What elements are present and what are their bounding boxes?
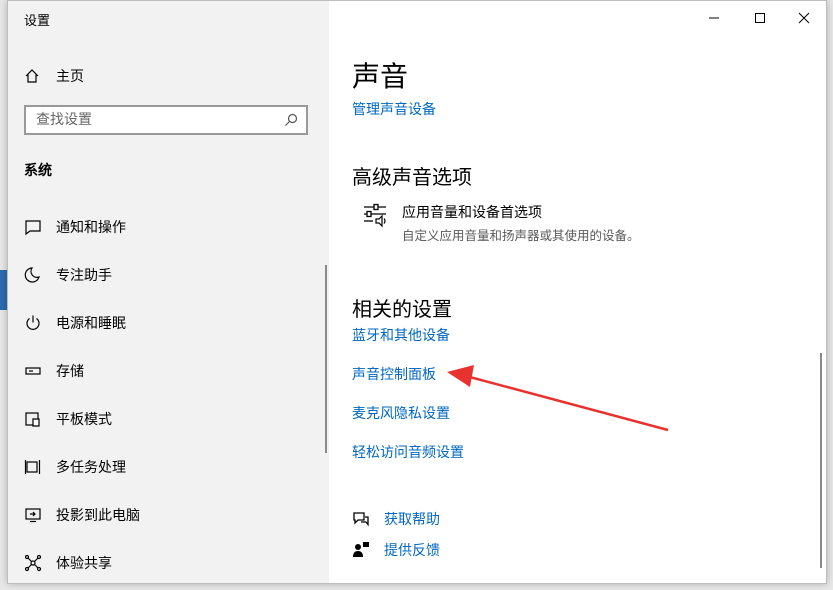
- pref-title: 应用音量和设备首选项: [402, 205, 542, 221]
- settings-window: 设置 主页 系统 通知和操作: [7, 0, 827, 584]
- share-icon: [24, 554, 42, 572]
- app-volume-preferences[interactable]: 应用音量和设备首选项 自定义应用音量和扬声器或其使用的设备。: [362, 202, 640, 244]
- main-scrollbar[interactable]: [820, 353, 822, 568]
- project-icon: [25, 508, 41, 523]
- feedback-row[interactable]: 提供反馈: [352, 540, 440, 560]
- close-icon: [798, 12, 810, 24]
- home-label: 主页: [56, 69, 84, 85]
- home-nav[interactable]: 主页: [24, 64, 84, 88]
- moon-icon: [24, 267, 40, 283]
- help-chat-icon: [353, 512, 369, 527]
- sidebar-item-notifications[interactable]: 通知和操作: [8, 203, 329, 251]
- notification-icon: [25, 220, 41, 236]
- power-icon: [26, 315, 40, 330]
- sidebar-item-tablet-mode[interactable]: 平板模式: [8, 395, 329, 443]
- bluetooth-devices-link[interactable]: 蓝牙和其他设备: [352, 325, 450, 345]
- mixer-icon: [364, 203, 386, 228]
- sound-control-panel-link[interactable]: 声音控制面板: [352, 364, 436, 384]
- sidebar-item-label: 通知和操作: [56, 220, 126, 236]
- sidebar-item-label: 体验共享: [56, 556, 112, 572]
- sidebar-item-multitasking[interactable]: 多任务处理: [8, 443, 329, 491]
- close-button[interactable]: [781, 5, 826, 31]
- search-box[interactable]: [24, 105, 308, 135]
- pref-text: 应用音量和设备首选项 自定义应用音量和扬声器或其使用的设备。: [402, 202, 640, 244]
- sidebar-item-shared-experiences[interactable]: 体验共享: [8, 539, 329, 583]
- home-icon: [25, 69, 39, 83]
- pref-description: 自定义应用音量和扬声器或其使用的设备。: [402, 228, 640, 243]
- sidebar-item-label: 存储: [56, 364, 84, 380]
- tablet-icon: [25, 412, 40, 427]
- main-content: 声音 管理声音设备 高级声音选项 应用音量和设备首选项 自定义应用音量和扬声器或…: [329, 1, 826, 583]
- advanced-heading: 高级声音选项: [352, 165, 472, 189]
- sidebar-item-power[interactable]: 电源和睡眠: [8, 299, 329, 347]
- sidebar-item-label: 平板模式: [56, 412, 112, 428]
- sidebar-item-storage[interactable]: 存储: [8, 347, 329, 395]
- sidebar-item-label: 电源和睡眠: [56, 316, 126, 332]
- multitask-icon: [24, 460, 41, 474]
- sidebar-nav: 通知和操作 专注助手 电源和睡眠 存储 平板模式 多任务处理 投影到此电脑 体验…: [8, 203, 329, 583]
- storage-icon: [25, 367, 41, 375]
- minimize-button[interactable]: [691, 5, 737, 31]
- page-title: 声音: [352, 60, 409, 93]
- sidebar-item-label: 专注助手: [56, 268, 112, 284]
- get-help-row[interactable]: 获取帮助: [352, 509, 440, 529]
- section-label: 系统: [24, 163, 52, 179]
- maximize-button[interactable]: [737, 5, 783, 31]
- sidebar: 设置 主页 系统 通知和操作: [8, 1, 329, 583]
- ease-of-access-audio-link[interactable]: 轻松访问音频设置: [352, 442, 464, 462]
- sidebar-scrollbar[interactable]: [325, 265, 327, 453]
- get-help-link[interactable]: 获取帮助: [384, 509, 440, 529]
- feedback-icon: [353, 542, 369, 557]
- related-settings-heading: 相关的设置: [352, 297, 452, 321]
- search-icon[interactable]: [284, 113, 298, 127]
- microphone-privacy-link[interactable]: 麦克风隐私设置: [352, 403, 450, 423]
- sidebar-item-label: 多任务处理: [56, 460, 126, 476]
- search-input[interactable]: [34, 111, 284, 129]
- feedback-link[interactable]: 提供反馈: [384, 540, 440, 560]
- manage-sound-devices-link[interactable]: 管理声音设备: [352, 99, 436, 119]
- window-title: 设置: [24, 14, 51, 29]
- sidebar-item-project[interactable]: 投影到此电脑: [8, 491, 329, 539]
- minimize-icon: [709, 17, 719, 19]
- maximize-icon: [755, 13, 765, 23]
- sidebar-item-focus-assist[interactable]: 专注助手: [8, 251, 329, 299]
- sidebar-item-label: 投影到此电脑: [56, 508, 140, 524]
